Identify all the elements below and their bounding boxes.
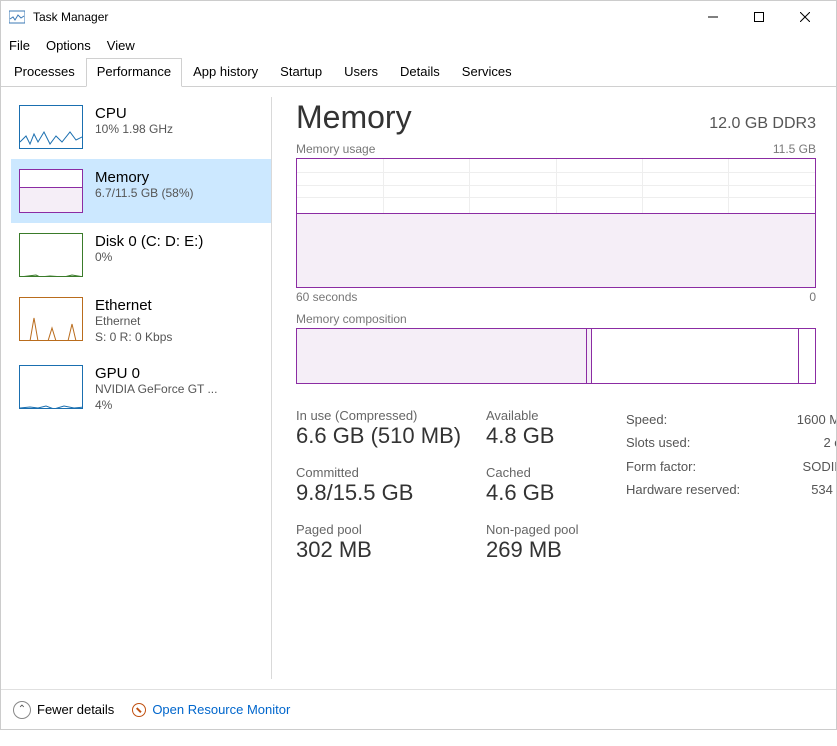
composition-label: Memory composition	[296, 312, 407, 326]
reserved-value: 534 MB	[811, 478, 836, 501]
nonpaged-label: Non-paged pool	[486, 522, 596, 537]
fewer-details-label: Fewer details	[37, 702, 114, 717]
available-value: 4.8 GB	[486, 423, 596, 449]
tab-performance[interactable]: Performance	[86, 58, 182, 87]
window-controls	[690, 1, 828, 33]
tab-services[interactable]: Services	[451, 58, 523, 87]
cpu-title: CPU	[95, 105, 173, 122]
disk-title: Disk 0 (C: D: E:)	[95, 233, 203, 250]
reserved-label: Hardware reserved:	[626, 478, 740, 501]
tabs: Processes Performance App history Startu…	[1, 57, 836, 87]
maximize-icon	[754, 12, 764, 22]
menu-file[interactable]: File	[9, 38, 30, 53]
content: CPU 10% 1.98 GHz Memory 6.7/11.5 GB (58%…	[1, 87, 836, 689]
in-use-value: 6.6 GB (510 MB)	[296, 423, 486, 449]
form-label: Form factor:	[626, 455, 696, 478]
sidebar-item-cpu[interactable]: CPU 10% 1.98 GHz	[11, 95, 271, 159]
x-axis-right: 0	[809, 290, 816, 304]
sidebar-item-ethernet[interactable]: Ethernet Ethernet S: 0 R: 0 Kbps	[11, 287, 271, 355]
tab-users[interactable]: Users	[333, 58, 389, 87]
speed-label: Speed:	[626, 408, 667, 431]
in-use-label: In use (Compressed)	[296, 408, 486, 423]
menubar: File Options View	[1, 33, 836, 57]
tab-startup[interactable]: Startup	[269, 58, 333, 87]
page-title: Memory	[296, 99, 412, 136]
resource-monitor-label: Open Resource Monitor	[152, 702, 290, 717]
sidebar-item-gpu[interactable]: GPU 0 NVIDIA GeForce GT ... 4%	[11, 355, 271, 423]
gpu-sub1: NVIDIA GeForce GT ...	[95, 382, 217, 398]
tab-processes[interactable]: Processes	[3, 58, 86, 87]
tab-details[interactable]: Details	[389, 58, 451, 87]
form-value: SODIMM	[803, 455, 836, 478]
cpu-thumb	[19, 105, 83, 149]
paged-value: 302 MB	[296, 537, 486, 563]
close-button[interactable]	[782, 1, 828, 33]
memory-title: Memory	[95, 169, 194, 186]
memory-capacity: 12.0 GB DDR3	[709, 115, 816, 133]
available-label: Available	[486, 408, 596, 423]
slots-value: 2 of 2	[823, 431, 836, 454]
memory-usage-graph[interactable]	[296, 158, 816, 288]
memory-thumb	[19, 169, 83, 213]
cached-value: 4.6 GB	[486, 480, 596, 506]
memory-stats: In use (Compressed) 6.6 GB (510 MB) Avai…	[296, 408, 816, 563]
gpu-thumb	[19, 365, 83, 409]
committed-label: Committed	[296, 465, 486, 480]
sidebar-item-disk[interactable]: Disk 0 (C: D: E:) 0%	[11, 223, 271, 287]
resource-monitor-icon	[132, 703, 146, 717]
close-icon	[800, 12, 810, 22]
window-title: Task Manager	[33, 10, 690, 24]
ethernet-title: Ethernet	[95, 297, 172, 314]
main-panel: Memory 12.0 GB DDR3 Memory usage 11.5 GB	[272, 87, 836, 689]
comp-free	[799, 329, 815, 383]
footer: ⌃ Fewer details Open Resource Monitor	[1, 689, 836, 729]
cached-label: Cached	[486, 465, 596, 480]
usage-max: 11.5 GB	[773, 142, 816, 156]
usage-label: Memory usage	[296, 142, 375, 156]
gpu-sub2: 4%	[95, 398, 217, 414]
memory-sub: 6.7/11.5 GB (58%)	[95, 186, 194, 202]
sidebar-item-memory[interactable]: Memory 6.7/11.5 GB (58%)	[11, 159, 271, 223]
minimize-icon	[708, 12, 718, 22]
cpu-sub: 10% 1.98 GHz	[95, 122, 173, 138]
maximize-button[interactable]	[736, 1, 782, 33]
menu-options[interactable]: Options	[46, 38, 91, 53]
comp-in-use	[297, 329, 587, 383]
open-resource-monitor-link[interactable]: Open Resource Monitor	[132, 702, 290, 717]
ethernet-sub2: S: 0 R: 0 Kbps	[95, 330, 172, 346]
task-manager-window: Task Manager File Options View Processes…	[0, 0, 837, 730]
x-axis-left: 60 seconds	[296, 290, 357, 304]
ethernet-sub1: Ethernet	[95, 314, 172, 330]
tab-app-history[interactable]: App history	[182, 58, 269, 87]
disk-sub: 0%	[95, 250, 203, 266]
sidebar: CPU 10% 1.98 GHz Memory 6.7/11.5 GB (58%…	[1, 87, 271, 689]
committed-value: 9.8/15.5 GB	[296, 480, 486, 506]
disk-thumb	[19, 233, 83, 277]
fewer-details-button[interactable]: ⌃ Fewer details	[13, 701, 114, 719]
memory-composition-bar[interactable]	[296, 328, 816, 384]
menu-view[interactable]: View	[107, 38, 135, 53]
comp-standby	[592, 329, 799, 383]
paged-label: Paged pool	[296, 522, 486, 537]
task-manager-icon	[9, 9, 25, 25]
nonpaged-value: 269 MB	[486, 537, 596, 563]
minimize-button[interactable]	[690, 1, 736, 33]
ethernet-thumb	[19, 297, 83, 341]
chevron-up-icon: ⌃	[13, 701, 31, 719]
slots-label: Slots used:	[626, 431, 690, 454]
gpu-title: GPU 0	[95, 365, 217, 382]
titlebar[interactable]: Task Manager	[1, 1, 836, 33]
speed-value: 1600 MHz	[797, 408, 836, 431]
